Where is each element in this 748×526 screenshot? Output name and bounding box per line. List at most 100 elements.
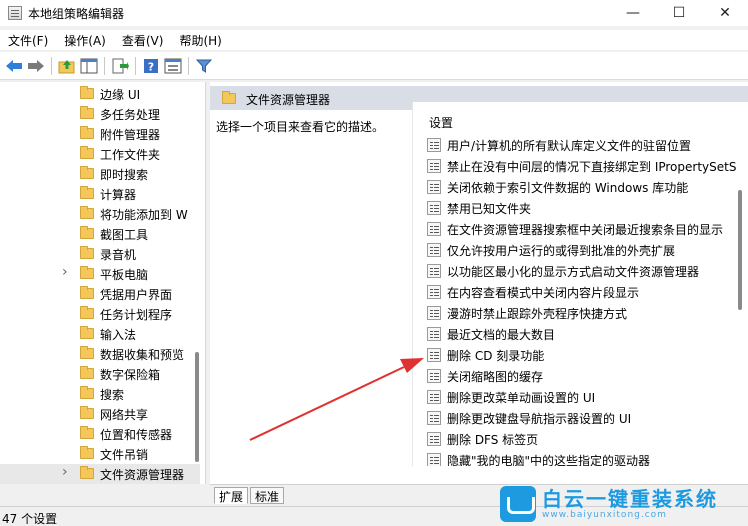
folder-icon: [80, 426, 94, 439]
tree-item[interactable]: 文件吊销: [0, 444, 200, 464]
policy-setting-icon: [427, 453, 441, 466]
back-arrow-icon[interactable]: [4, 56, 24, 76]
policy-setting-icon: [427, 159, 441, 173]
tree-item[interactable]: 任务计划程序: [0, 304, 200, 324]
setting-row[interactable]: 关闭缩略图的缓存: [427, 366, 737, 386]
toolbar-separator: [104, 56, 105, 75]
tree-item[interactable]: 网络共享: [0, 404, 200, 424]
setting-label: 仅允许按用户运行的或得到批准的外壳扩展: [447, 243, 676, 258]
policy-setting-icon: [427, 222, 441, 236]
setting-label: 删除 CD 刻录功能: [447, 348, 545, 363]
tree-item[interactable]: 录音机: [0, 244, 200, 264]
filter-icon[interactable]: [194, 56, 214, 76]
tree-item[interactable]: 即时搜索: [0, 164, 200, 184]
tree-scrollbar[interactable]: [195, 352, 199, 462]
tree-item[interactable]: 凭据用户界面: [0, 284, 200, 304]
tree-item-label: 文件吊销: [100, 448, 149, 462]
up-folder-icon[interactable]: [57, 56, 77, 76]
tree-item[interactable]: 搜索: [0, 384, 200, 404]
setting-row[interactable]: 用户/计算机的所有默认库定义文件的驻留位置: [427, 135, 737, 155]
setting-row[interactable]: 隐藏"我的电脑"中的这些指定的驱动器: [427, 450, 737, 466]
folder-icon: [80, 106, 94, 119]
tree-item[interactable]: 数字保险箱: [0, 364, 200, 384]
window-controls: — ☐ ✕: [610, 0, 748, 26]
setting-label: 最近文档的最大数目: [447, 327, 556, 342]
folder-icon: [80, 306, 94, 319]
forward-arrow-icon[interactable]: [26, 56, 46, 76]
setting-row[interactable]: 最近文档的最大数目: [427, 324, 737, 344]
tree-item[interactable]: 数据收集和预览: [0, 344, 200, 364]
folder-icon: [80, 366, 94, 379]
tree-item[interactable]: 工作文件夹: [0, 144, 200, 164]
tree-item[interactable]: 附件管理器: [0, 124, 200, 144]
tree-item[interactable]: › 平板电脑: [0, 264, 200, 284]
policy-setting-icon: [427, 285, 441, 299]
menu-view[interactable]: 查看(V): [114, 32, 172, 49]
tree-item[interactable]: 多任务处理: [0, 104, 200, 124]
setting-row[interactable]: 删除更改键盘导航指示器设置的 UI: [427, 408, 737, 428]
maximize-button[interactable]: ☐: [656, 0, 702, 26]
description-text: 选择一个项目来查看它的描述。: [216, 120, 385, 134]
help-icon[interactable]: ?: [141, 56, 161, 76]
setting-row[interactable]: 禁止在没有中间层的情况下直接绑定到 IPropertySetS: [427, 156, 737, 176]
tree-item-label: 位置和传感器: [100, 428, 173, 442]
setting-row[interactable]: 以功能区最小化的显示方式启动文件资源管理器: [427, 261, 737, 281]
tree-item[interactable]: 将功能添加到 W: [0, 204, 200, 224]
menu-help[interactable]: 帮助(H): [171, 32, 229, 49]
folder-icon: [80, 126, 94, 139]
menu-bar: 文件(F) 操作(A) 查看(V) 帮助(H): [0, 30, 748, 50]
export-list-icon[interactable]: [110, 56, 130, 76]
tree-item-label: 数字保险箱: [100, 368, 161, 382]
policy-setting-icon: [427, 180, 441, 194]
properties-icon[interactable]: [163, 56, 183, 76]
setting-row[interactable]: 禁用已知文件夹: [427, 198, 737, 218]
setting-label: 在文件资源管理器搜索框中关闭最近搜索条目的显示: [447, 222, 724, 237]
folder-icon: [80, 206, 94, 219]
chevron-right-icon[interactable]: ›: [62, 264, 72, 280]
setting-row[interactable]: 仅允许按用户运行的或得到批准的外壳扩展: [427, 240, 737, 260]
policy-setting-icon: [427, 369, 441, 383]
tree-item[interactable]: › 文件资源管理器: [0, 464, 200, 484]
folder-icon: [80, 186, 94, 199]
show-hide-tree-icon[interactable]: [79, 56, 99, 76]
setting-label: 漫游时禁止跟踪外壳程序快捷方式: [447, 306, 628, 321]
minimize-button[interactable]: —: [610, 0, 656, 26]
tree-item[interactable]: 计算器: [0, 184, 200, 204]
tree-item[interactable]: 位置和传感器: [0, 424, 200, 444]
tree-item-label: 数据收集和预览: [100, 348, 185, 362]
tab-extended[interactable]: 扩展: [214, 487, 249, 504]
setting-row[interactable]: 在文件资源管理器搜索框中关闭最近搜索条目的显示: [427, 219, 737, 239]
policy-setting-icon: [427, 264, 441, 278]
setting-row[interactable]: 关闭依赖于索引文件数据的 Windows 库功能: [427, 177, 737, 197]
chevron-right-icon[interactable]: ›: [62, 464, 72, 480]
setting-label: 在内容查看模式中关闭内容片段显示: [447, 285, 640, 300]
folder-icon: [80, 466, 94, 479]
tree-item-label: 凭据用户界面: [100, 288, 173, 302]
folder-icon: [80, 446, 94, 459]
tree-item[interactable]: 截图工具: [0, 224, 200, 244]
setting-label: 关闭缩略图的缓存: [447, 369, 544, 384]
tree-item[interactable]: 边缘 UI: [0, 84, 200, 104]
setting-row[interactable]: 漫游时禁止跟踪外壳程序快捷方式: [427, 303, 737, 323]
tree-item[interactable]: 输入法: [0, 324, 200, 344]
tab-standard[interactable]: 标准: [250, 487, 285, 504]
tree-item-label: 输入法: [100, 328, 137, 342]
menu-file[interactable]: 文件(F): [0, 32, 56, 49]
settings-column-header[interactable]: 设置: [429, 114, 453, 131]
tree-item-label: 将功能添加到 W: [100, 208, 188, 222]
setting-label: 用户/计算机的所有默认库定义文件的驻留位置: [447, 138, 692, 153]
setting-row[interactable]: 在内容查看模式中关闭内容片段显示: [427, 282, 737, 302]
settings-scrollbar[interactable]: [738, 190, 742, 310]
folder-icon: [80, 166, 94, 179]
setting-row[interactable]: 删除 DFS 标签页: [427, 429, 737, 449]
setting-row[interactable]: 删除 CD 刻录功能: [427, 345, 737, 365]
setting-row[interactable]: 删除更改菜单动画设置的 UI: [427, 387, 737, 407]
setting-label: 禁止在没有中间层的情况下直接绑定到 IPropertySetS: [447, 159, 737, 174]
folder-icon: [80, 226, 94, 239]
tree-item-label: 平板电脑: [100, 268, 149, 282]
tree-pane: 边缘 UI 多任务处理 附件管理器 工作文件夹 即时搜索 计算器将功能添加到 W 截图工具录…: [0, 82, 206, 484]
close-button[interactable]: ✕: [702, 0, 748, 26]
menu-action[interactable]: 操作(A): [56, 32, 114, 49]
folder-icon: [80, 246, 94, 259]
folder-icon: [80, 266, 94, 279]
